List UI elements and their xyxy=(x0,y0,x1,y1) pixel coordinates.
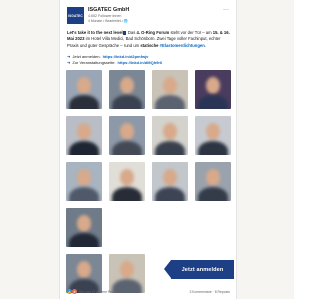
speaker-photo xyxy=(66,208,102,247)
social-counts-bar: 👍 ♥ Sie und 19 weitere Personen 3 Kommen… xyxy=(67,288,230,296)
reactions-summary[interactable]: 👍 ♥ Sie und 19 weitere Personen xyxy=(67,289,123,294)
post-meta: 4 Monate • Bearbeitet • 🌐 xyxy=(88,18,128,23)
post-text: Let's take it to the next level Das 4. O… xyxy=(67,30,233,49)
heart-icon: ♥ xyxy=(72,289,77,294)
register-now-banner[interactable]: Jetzt anmelden xyxy=(171,260,234,279)
company-name[interactable]: ISGATEC GmbH xyxy=(88,7,129,13)
post-text-event: 4. O-Ring Forum xyxy=(136,30,170,35)
speaker-photo-grid xyxy=(66,70,234,293)
speaker-photo xyxy=(152,70,188,109)
speaker-photo xyxy=(109,116,145,155)
arrow-right-icon: ➜ xyxy=(67,60,71,65)
speaker-photo xyxy=(109,70,145,109)
speaker-photo xyxy=(195,116,231,155)
post-text-headline: Let's take it to the next level xyxy=(67,30,123,35)
post-text-part: Das xyxy=(126,30,137,35)
post-text-part: . xyxy=(204,42,206,48)
speaker-photo xyxy=(66,162,102,201)
logo-text: ISGATEC xyxy=(68,13,83,18)
comments-reposts-count[interactable]: 3 Kommentare · 8 Reposts xyxy=(189,290,230,294)
speaker-photo xyxy=(152,116,188,155)
post-image[interactable]: Jetzt anmelden xyxy=(61,67,236,293)
cta-pointer-shape xyxy=(164,260,171,278)
link-label: Zur Veranstaltungsseite: xyxy=(72,60,116,65)
post-text-bold: statische xyxy=(140,42,159,48)
follower-count: 4.652 Follower:innen xyxy=(88,14,122,18)
speaker-photo xyxy=(66,70,102,109)
event-page-link[interactable]: https://lnkd.in/dMQh9r6 xyxy=(118,60,163,66)
link-row-event-page: ➜ Zur Veranstaltungsseite: https://lnkd.… xyxy=(67,60,233,66)
speaker-photo xyxy=(195,162,231,201)
cta-label: Jetzt anmelden xyxy=(181,266,224,273)
hashtag-link[interactable]: #Elastomerdichtungen xyxy=(160,43,205,48)
post-links: ➜ Jetzt anmelden: https://lnkd.in/d2pmfw… xyxy=(67,54,233,66)
post-card: ISGATEC ISGATEC GmbH 4.652 Follower:inne… xyxy=(59,0,237,299)
post-text-part: steht vor der Tür – am xyxy=(169,30,213,35)
speaker-photo xyxy=(152,162,188,201)
speaker-photo xyxy=(109,162,145,201)
more-horizontal-icon[interactable]: ··· xyxy=(223,7,229,13)
company-logo[interactable]: ISGATEC xyxy=(67,7,84,24)
post-header: ISGATEC ISGATEC GmbH 4.652 Follower:inne… xyxy=(67,7,230,27)
reactions-text: Sie und 19 weitere Personen xyxy=(79,289,123,294)
feed-page: ISGATEC ISGATEC GmbH 4.652 Follower:inne… xyxy=(0,0,294,299)
speaker-photo xyxy=(195,70,231,109)
speaker-photo xyxy=(66,116,102,155)
